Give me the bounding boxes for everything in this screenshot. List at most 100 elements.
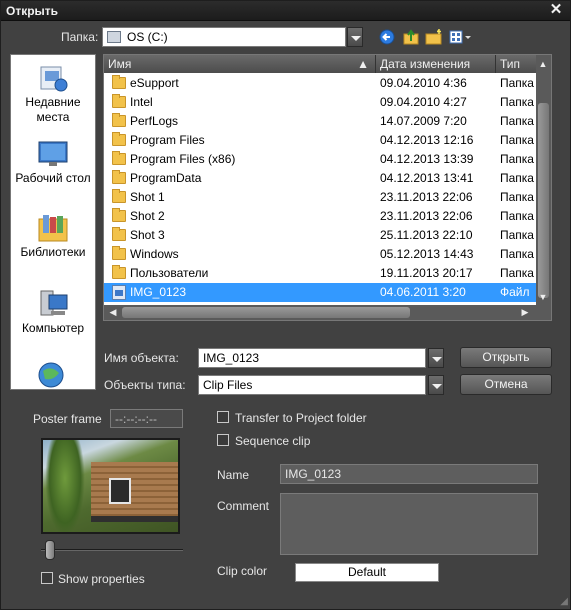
transfer-checkbox[interactable] xyxy=(217,411,229,423)
scroll-down-icon[interactable]: ▼ xyxy=(536,290,550,304)
filetype-label: Объекты типа: xyxy=(104,378,186,392)
cell-type: Папка xyxy=(500,247,534,261)
title-bar[interactable]: Открыть ✕ xyxy=(1,1,570,21)
clip-file-icon xyxy=(112,285,126,300)
cell-name: Program Files (x86) xyxy=(130,152,236,166)
lookin-combo[interactable]: OS (C:) xyxy=(102,27,346,47)
new-folder-icon[interactable] xyxy=(425,29,443,45)
cell-date: 04.12.2013 12:16 xyxy=(380,133,474,147)
cell-type: Папка xyxy=(500,76,534,90)
place-recent[interactable]: Недавние места xyxy=(11,63,95,125)
folder-icon xyxy=(112,265,126,279)
sequence-label: Sequence clip xyxy=(235,434,311,448)
folder-icon xyxy=(112,246,126,260)
lookin-label: Папка: xyxy=(61,30,99,44)
cell-date: 04.06.2011 3:20 xyxy=(380,285,466,299)
back-icon[interactable] xyxy=(379,29,397,45)
vertical-scroll-thumb[interactable] xyxy=(538,103,549,298)
network-icon xyxy=(37,359,69,389)
table-row[interactable]: Intel 09.04.2010 4:27 Папка xyxy=(104,93,538,112)
scrub-handle[interactable] xyxy=(45,540,55,560)
column-header-date[interactable]: Дата изменения xyxy=(376,55,496,73)
filename-input[interactable]: IMG_0123 xyxy=(198,348,426,368)
folder-icon xyxy=(112,75,126,89)
cell-type: Файл xyxy=(500,285,530,299)
table-row[interactable]: Shot 2 23.11.2013 22:06 Папка xyxy=(104,207,538,226)
filetype-dropdown-button[interactable] xyxy=(428,375,444,395)
scroll-right-icon[interactable]: ▶ xyxy=(518,305,532,319)
place-libraries[interactable]: Библиотеки xyxy=(11,213,95,260)
places-bar: Недавние места Рабочий стол Библиотеки К… xyxy=(10,54,96,390)
lookin-value: OS (C:) xyxy=(127,30,168,44)
cell-type: Папка xyxy=(500,266,534,280)
horizontal-scroll-thumb[interactable] xyxy=(122,307,410,318)
show-properties-checkbox[interactable] xyxy=(41,572,53,584)
name-field[interactable]: IMG_0123 xyxy=(280,464,538,484)
cell-name: Shot 3 xyxy=(130,228,165,242)
cell-name: PerfLogs xyxy=(130,114,179,128)
table-row[interactable]: Пользователи 19.11.2013 20:17 Папка xyxy=(104,264,538,283)
horizontal-scrollbar[interactable]: ◀ ▶ xyxy=(104,305,551,320)
open-button[interactable]: Открыть xyxy=(460,347,552,368)
desktop-icon xyxy=(37,139,69,169)
up-folder-icon[interactable] xyxy=(402,29,420,45)
view-menu-icon[interactable] xyxy=(449,29,473,45)
table-row[interactable]: Program Files 04.12.2013 12:16 Папка xyxy=(104,131,538,150)
place-computer[interactable]: Компьютер xyxy=(11,289,95,336)
table-row[interactable]: Shot 3 25.11.2013 22:10 Папка xyxy=(104,226,538,245)
table-row[interactable]: ProgramData 04.12.2013 13:41 Папка xyxy=(104,169,538,188)
cell-type: Папка xyxy=(500,209,534,223)
cell-date: 09.04.2010 4:36 xyxy=(380,76,467,90)
cell-type: Папка xyxy=(500,95,534,109)
recent-places-icon xyxy=(37,63,69,93)
column-header-type[interactable]: Тип xyxy=(496,55,538,73)
close-icon[interactable]: ✕ xyxy=(548,2,564,18)
folder-icon xyxy=(112,189,126,203)
vertical-scrollbar[interactable]: ▲ ▼ xyxy=(536,55,551,306)
open-dialog: Открыть ✕ Папка: OS (C:) Недавние места … xyxy=(0,0,571,610)
file-list[interactable]: Имя ▲ Дата изменения Тип eSupport 09.04.2… xyxy=(103,54,552,321)
place-desktop[interactable]: Рабочий стол xyxy=(11,139,95,186)
table-row[interactable]: PerfLogs 14.07.2009 7:20 Папка xyxy=(104,112,538,131)
sort-arrow-icon: ▲ xyxy=(357,57,369,71)
folder-icon xyxy=(112,227,126,241)
resize-grip-icon[interactable]: ◢ xyxy=(560,596,568,607)
cell-date: 25.11.2013 22:10 xyxy=(380,228,473,242)
scrub-track[interactable] xyxy=(41,549,183,551)
cell-date: 04.12.2013 13:41 xyxy=(380,171,474,185)
table-row[interactable]: Windows 05.12.2013 14:43 Папка xyxy=(104,245,538,264)
scroll-up-icon[interactable]: ▲ xyxy=(536,57,550,71)
lookin-dropdown-button[interactable] xyxy=(347,27,363,47)
cell-type: Папка xyxy=(500,133,534,147)
cancel-button[interactable]: Отмена xyxy=(460,374,552,395)
table-row[interactable]: eSupport 09.04.2010 4:36 Папка xyxy=(104,74,538,93)
filename-dropdown-button[interactable] xyxy=(428,348,444,368)
clip-color-button[interactable]: Default xyxy=(295,563,439,582)
filetype-select[interactable]: Clip Files xyxy=(198,375,426,395)
table-row[interactable]: Shot 1 23.11.2013 22:06 Папка xyxy=(104,188,538,207)
cell-type: Папка xyxy=(500,171,534,185)
filename-label: Имя объекта: xyxy=(104,351,179,365)
window-title: Открыть xyxy=(6,4,59,18)
table-row[interactable]: Program Files (x86) 04.12.2013 13:39 Папка xyxy=(104,150,538,169)
name-label: Name xyxy=(217,468,250,482)
cell-type: Папка xyxy=(500,152,534,166)
cell-name: IMG_0123 xyxy=(130,285,187,299)
poster-frame-label: Poster frame xyxy=(33,412,102,426)
libraries-icon xyxy=(37,213,69,243)
place-network[interactable] xyxy=(11,359,95,389)
column-header-name[interactable]: Имя ▲ xyxy=(104,55,376,73)
folder-icon xyxy=(112,94,126,108)
cell-name: Shot 2 xyxy=(130,209,165,223)
cell-date: 09.04.2010 4:27 xyxy=(380,95,467,109)
cell-date: 05.12.2013 14:43 xyxy=(380,247,474,261)
drive-icon xyxy=(107,31,121,43)
cell-date: 23.11.2013 22:06 xyxy=(380,209,473,223)
cell-type: Папка xyxy=(500,228,534,242)
comment-field[interactable] xyxy=(280,493,538,555)
table-row[interactable]: IMG_0123 04.06.2011 3:20 Файл xyxy=(104,283,538,302)
cell-name: eSupport xyxy=(130,76,179,90)
sequence-checkbox[interactable] xyxy=(217,434,229,446)
cell-name: Intel xyxy=(130,95,153,109)
scroll-left-icon[interactable]: ◀ xyxy=(106,305,120,319)
